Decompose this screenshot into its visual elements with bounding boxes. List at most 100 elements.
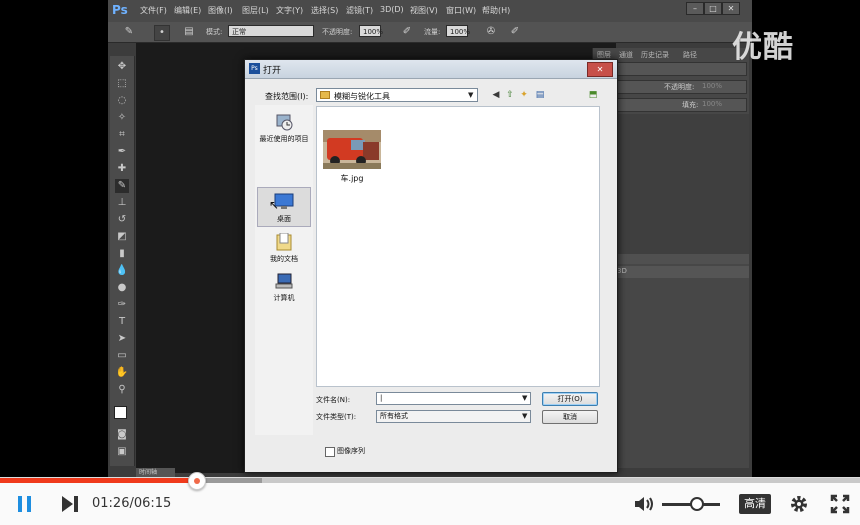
file-list: 车.jpg	[316, 106, 600, 387]
stamp-tool-icon[interactable]: ⊥	[115, 196, 129, 210]
quick-mask-icon[interactable]: ◙	[115, 428, 129, 442]
menu-window[interactable]: 窗口(W)	[446, 5, 476, 16]
eyedropper-icon[interactable]: ✒	[115, 145, 129, 159]
view-menu-icon[interactable]: ▤	[534, 89, 546, 101]
brush-panel-icon[interactable]: ▤	[182, 25, 196, 39]
place-documents[interactable]: 我的文档	[255, 231, 313, 269]
mouse-cursor-icon: ↖	[269, 198, 280, 212]
place-desktop-label: 桌面	[277, 215, 291, 223]
filename-input[interactable]: | ▼	[376, 392, 531, 405]
airbrush-icon[interactable]: ✇	[484, 25, 498, 39]
lookin-label: 查找范围(I):	[265, 92, 309, 101]
flow-field[interactable]: 100%	[446, 25, 470, 37]
recent-items-icon	[274, 113, 294, 131]
blur-tool-icon[interactable]: 💧	[115, 264, 129, 278]
history-brush-icon[interactable]: ↺	[115, 213, 129, 227]
image-sequence-checkbox[interactable]	[325, 447, 335, 457]
ps-folder-icon[interactable]: ⬒	[587, 89, 599, 101]
shape-tool-icon[interactable]: ▭	[115, 349, 129, 363]
fullscreen-icon[interactable]	[830, 494, 850, 514]
screen-mode-icon[interactable]: ▣	[115, 445, 129, 459]
layer-filter-row[interactable]	[597, 62, 747, 76]
menu-3d[interactable]: 3D(D)	[380, 5, 404, 14]
marquee-tool-icon[interactable]: ⬚	[115, 77, 129, 91]
gradient-tool-icon[interactable]: ▮	[115, 247, 129, 261]
place-computer[interactable]: 计算机	[255, 270, 313, 308]
move-tool-icon[interactable]: ✥	[115, 60, 129, 74]
file-thumbnail	[323, 130, 381, 169]
next-icon[interactable]	[60, 495, 80, 513]
mode-select[interactable]: 正常	[228, 25, 314, 37]
cancel-button[interactable]: 取消	[542, 410, 598, 424]
brush-icon[interactable]: ✎	[115, 179, 129, 193]
filetype-select[interactable]: 所有格式 ▼	[376, 410, 531, 423]
menu-file[interactable]: 文件(F)	[140, 5, 167, 16]
quality-button[interactable]: 高清	[739, 494, 771, 514]
video-frame[interactable]: Ps 文件(F) 编辑(E) 图像(I) 图层(L) 文字(Y) 选择(S) 滤…	[0, 0, 860, 477]
file-name: 车.jpg	[340, 174, 364, 183]
menu-filter[interactable]: 滤镜(T)	[346, 5, 373, 16]
pressure-opacity-icon[interactable]: ✐	[400, 25, 414, 39]
time-display: 01:26/06:15	[92, 496, 172, 511]
tab-3d[interactable]: 3D	[617, 267, 627, 275]
minimize-icon[interactable]: –	[686, 2, 704, 15]
volume-handle[interactable]	[690, 497, 704, 511]
dialog-title-bar: Ps 打开 ✕	[245, 60, 617, 79]
tab-channels[interactable]: 通道	[619, 50, 633, 60]
pressure-size-icon[interactable]: ✐	[508, 25, 522, 39]
chevron-down-icon: ▼	[468, 91, 474, 99]
maximize-icon[interactable]: □	[704, 2, 722, 15]
dodge-tool-icon[interactable]: ●	[115, 281, 129, 295]
menu-select[interactable]: 选择(S)	[311, 5, 338, 16]
place-recent[interactable]: 最近使用的项目	[255, 111, 313, 149]
flow-label: 流量:	[424, 28, 441, 36]
places-bar: 最近使用的项目 桌面 我的文档 计算机 ↖	[255, 105, 313, 435]
tab-history[interactable]: 历史记录	[641, 50, 669, 60]
lookin-select[interactable]: 模糊与锐化工具 ▼	[316, 88, 478, 102]
ps-options-bar: ✎ • ▤ 模式: 正常 不透明度: 100% ✐ 流量: 100% ✇ ✐	[108, 22, 752, 43]
foreground-color-swatch[interactable]	[114, 406, 127, 419]
pen-tool-icon[interactable]: ✑	[115, 298, 129, 312]
panel-opacity-value[interactable]: 100%	[702, 82, 722, 90]
menu-edit[interactable]: 编辑(E)	[174, 5, 201, 16]
up-folder-icon[interactable]: ⇧	[504, 89, 516, 101]
progress-handle[interactable]	[188, 472, 206, 490]
volume-icon[interactable]	[634, 495, 656, 513]
menu-image[interactable]: 图像(I)	[208, 5, 233, 16]
opacity-field[interactable]: 100%	[359, 25, 383, 37]
filename-value: |	[380, 394, 383, 402]
brush-tool-icon[interactable]: ✎	[122, 25, 136, 39]
menu-type[interactable]: 文字(Y)	[276, 5, 303, 16]
crop-tool-icon[interactable]: ⌗	[115, 128, 129, 142]
type-tool-icon[interactable]: T	[115, 315, 129, 329]
menu-help[interactable]: 帮助(H)	[482, 5, 510, 16]
back-icon[interactable]: ◀	[490, 89, 502, 101]
blend-row: 不透明度: 100%	[597, 80, 747, 94]
tab-paths[interactable]: 路径	[683, 50, 697, 60]
panel-fill-value[interactable]: 100%	[702, 100, 722, 108]
filetype-value: 所有格式	[380, 412, 408, 420]
hand-tool-icon[interactable]: ✋	[115, 366, 129, 380]
healing-brush-icon[interactable]: ✚	[115, 162, 129, 176]
lasso-tool-icon[interactable]: ◌	[115, 94, 129, 108]
close-icon[interactable]: ✕	[722, 2, 740, 15]
dialog-close-icon[interactable]: ✕	[587, 62, 613, 77]
timeline-tab[interactable]: 时间轴	[136, 468, 175, 477]
open-button[interactable]: 打开(O)	[542, 392, 598, 406]
path-select-icon[interactable]: ➤	[115, 332, 129, 346]
menu-layer[interactable]: 图层(L)	[242, 5, 269, 16]
new-folder-icon[interactable]: ✦	[518, 89, 530, 101]
file-item[interactable]: 车.jpg	[317, 107, 387, 187]
lookin-value: 模糊与锐化工具	[334, 92, 390, 101]
zoom-tool-icon[interactable]: ⚲	[115, 383, 129, 397]
menu-view[interactable]: 视图(V)	[410, 5, 438, 16]
eraser-icon[interactable]: ◩	[115, 230, 129, 244]
pause-icon[interactable]	[16, 495, 34, 513]
place-desktop[interactable]: 桌面	[255, 191, 313, 229]
gear-icon[interactable]	[789, 494, 809, 514]
place-computer-label: 计算机	[273, 294, 295, 302]
brush-preset-icon[interactable]: •	[154, 25, 170, 41]
open-dialog: Ps 打开 ✕ 查找范围(I): 模糊与锐化工具 ▼ ◀ ⇧ ✦ ▤ ⬒ 最近使…	[244, 59, 618, 473]
quick-select-icon[interactable]: ✧	[115, 111, 129, 125]
image-sequence-label: 图像序列	[337, 447, 365, 455]
